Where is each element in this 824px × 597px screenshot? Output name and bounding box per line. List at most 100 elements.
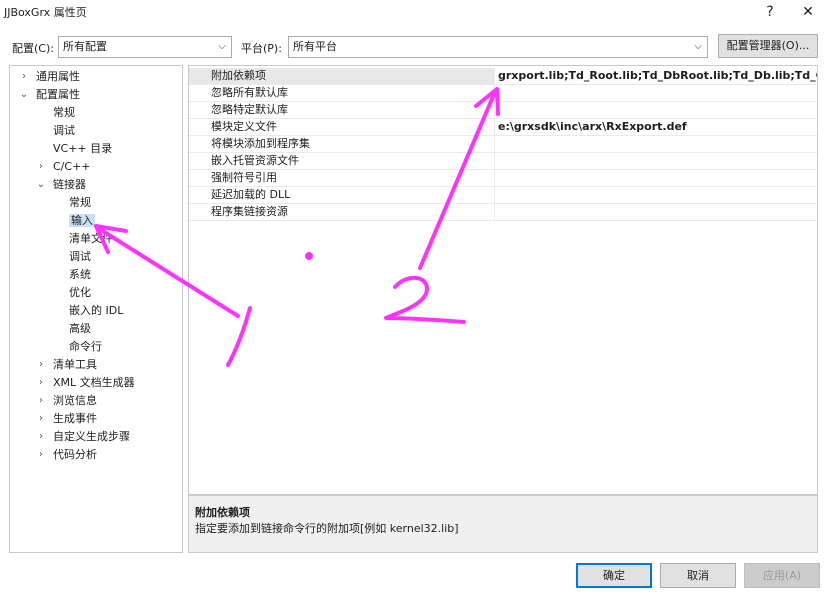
- tree-item-label: 命令行: [69, 340, 102, 353]
- property-row[interactable]: 强制符号引用: [189, 170, 817, 187]
- tree-item-linker-general[interactable]: 常规: [51, 194, 91, 211]
- tree-item-label: 配置属性: [36, 88, 80, 101]
- tree-item-label: 嵌入的 IDL: [69, 304, 124, 317]
- platform-select[interactable]: 所有平台 ⌵: [288, 36, 708, 58]
- tree-item-linker[interactable]: ⌄ 链接器: [35, 176, 86, 193]
- tree-item-debug[interactable]: 调试: [35, 122, 75, 139]
- tree-item-label: 常规: [69, 196, 91, 209]
- tree-item-label: 浏览信息: [53, 394, 97, 407]
- tree-item-cpp[interactable]: › C/C++: [35, 158, 91, 175]
- description-text: 指定要添加到链接命令行的附加项[例如 kernel32.lib]: [195, 522, 459, 535]
- property-name: 附加依赖项: [211, 69, 266, 82]
- tree-item-label: 调试: [53, 124, 75, 137]
- tree-expander-icon[interactable]: ⌄: [18, 86, 30, 103]
- config-select-value: 所有配置: [63, 40, 107, 53]
- tree-item-label: XML 文档生成器: [53, 376, 135, 389]
- close-icon[interactable]: ✕: [792, 0, 824, 24]
- property-row[interactable]: 附加依赖项 grxport.lib;Td_Root.lib;Td_DbRoot.…: [189, 68, 817, 85]
- property-value[interactable]: [494, 170, 817, 186]
- window-title: JJBoxGrx 属性页: [4, 6, 87, 19]
- tree-item-label: 自定义生成步骤: [53, 430, 130, 443]
- property-value[interactable]: [494, 153, 817, 169]
- property-name: 延迟加载的 DLL: [211, 188, 291, 201]
- platform-select-value: 所有平台: [293, 40, 337, 53]
- config-label: 配置(C):: [12, 42, 54, 55]
- property-row[interactable]: 延迟加载的 DLL: [189, 187, 817, 204]
- tree-item-label: 链接器: [53, 178, 86, 191]
- tree-expander-icon[interactable]: ›: [35, 374, 47, 391]
- tree-item-build-events[interactable]: › 生成事件: [35, 410, 97, 427]
- tree-item-manifest-file[interactable]: 清单文件: [51, 230, 113, 247]
- tree-item-label: 优化: [69, 286, 91, 299]
- tree-item-label: 高级: [69, 322, 91, 335]
- tree-item-label: 系统: [69, 268, 91, 281]
- tree-item-xml-doc[interactable]: › XML 文档生成器: [35, 374, 135, 391]
- platform-label: 平台(P):: [241, 42, 282, 55]
- tree-item-linker-input[interactable]: 输入: [51, 212, 95, 229]
- tree-item-label: 清单工具: [53, 358, 97, 371]
- ok-button[interactable]: 确定: [576, 563, 652, 588]
- property-name: 强制符号引用: [211, 171, 277, 184]
- apply-button[interactable]: 应用(A): [744, 563, 820, 588]
- tree-item-label: 代码分析: [53, 448, 97, 461]
- tree-item-label: 输入: [69, 214, 95, 227]
- tree-item-optimization[interactable]: 优化: [51, 284, 91, 301]
- title-bar: JJBoxGrx 属性页 ? ✕: [0, 0, 824, 28]
- description-panel: 附加依赖项 指定要添加到链接命令行的附加项[例如 kernel32.lib]: [188, 495, 818, 553]
- property-value[interactable]: [494, 102, 817, 118]
- property-row[interactable]: 忽略特定默认库: [189, 102, 817, 119]
- help-button[interactable]: ?: [755, 0, 785, 24]
- tree-item-custom-build[interactable]: › 自定义生成步骤: [35, 428, 130, 445]
- property-name: 忽略特定默认库: [211, 103, 288, 116]
- tree-item-linker-debug[interactable]: 调试: [51, 248, 91, 265]
- property-value[interactable]: [494, 204, 817, 220]
- tree-item-manifest-tool[interactable]: › 清单工具: [35, 356, 97, 373]
- tree-item-code-analysis[interactable]: › 代码分析: [35, 446, 97, 463]
- property-value[interactable]: [494, 85, 817, 101]
- tree-item-general-props[interactable]: › 通用属性: [18, 68, 80, 85]
- property-value[interactable]: [494, 187, 817, 203]
- property-name: 模块定义文件: [211, 120, 277, 133]
- tree-item-system[interactable]: 系统: [51, 266, 91, 283]
- property-row[interactable]: 程序集链接资源: [189, 204, 817, 221]
- tree-expander-icon[interactable]: ›: [35, 356, 47, 373]
- property-name: 程序集链接资源: [211, 205, 288, 218]
- tree-expander-icon[interactable]: ›: [35, 158, 47, 175]
- tree-item-label: C/C++: [53, 160, 91, 173]
- tree-item-advanced[interactable]: 高级: [51, 320, 91, 337]
- property-value[interactable]: [494, 136, 817, 152]
- property-row[interactable]: 忽略所有默认库: [189, 85, 817, 102]
- tree-expander-icon[interactable]: ›: [18, 68, 30, 85]
- tree-item-label: 清单文件: [69, 232, 113, 245]
- property-row[interactable]: 模块定义文件 e:\grxsdk\inc\arx\RxExport.def: [189, 119, 817, 136]
- property-name: 嵌入托管资源文件: [211, 154, 299, 167]
- tree-item-general[interactable]: 常规: [35, 104, 75, 121]
- description-title: 附加依赖项: [195, 506, 250, 519]
- chevron-down-icon: ⌵: [694, 41, 702, 52]
- cancel-button[interactable]: 取消: [660, 563, 736, 588]
- tree-expander-icon[interactable]: ›: [35, 410, 47, 427]
- property-name: 忽略所有默认库: [211, 86, 288, 99]
- tree-item-label: 生成事件: [53, 412, 97, 425]
- tree-expander-icon[interactable]: ⌄: [35, 176, 47, 193]
- category-tree[interactable]: › 通用属性 ⌄ 配置属性 常规 调试 VC++ 目录 › C/C++ ⌄ 链接…: [9, 65, 183, 553]
- tree-expander-icon[interactable]: ›: [35, 428, 47, 445]
- property-row[interactable]: 嵌入托管资源文件: [189, 153, 817, 170]
- tree-item-browse-info[interactable]: › 浏览信息: [35, 392, 97, 409]
- tree-item-label: VC++ 目录: [53, 142, 113, 155]
- tree-item-command-line[interactable]: 命令行: [51, 338, 102, 355]
- property-row[interactable]: 将模块添加到程序集: [189, 136, 817, 153]
- property-value[interactable]: e:\grxsdk\inc\arx\RxExport.def: [494, 119, 817, 135]
- tree-item-embedded-idl[interactable]: 嵌入的 IDL: [51, 302, 123, 319]
- config-select[interactable]: 所有配置 ⌵: [58, 36, 232, 58]
- tree-expander-icon[interactable]: ›: [35, 392, 47, 409]
- tree-item-config-props[interactable]: ⌄ 配置属性: [18, 86, 80, 103]
- tree-item-label: 常规: [53, 106, 75, 119]
- tree-expander-icon[interactable]: ›: [35, 446, 47, 463]
- property-value[interactable]: grxport.lib;Td_Root.lib;Td_DbRoot.lib;Td…: [494, 68, 817, 84]
- property-grid[interactable]: 附加依赖项 grxport.lib;Td_Root.lib;Td_DbRoot.…: [188, 65, 818, 495]
- chevron-down-icon: ⌵: [218, 41, 226, 52]
- tree-item-label: 调试: [69, 250, 91, 263]
- config-manager-button[interactable]: 配置管理器(O)...: [718, 34, 818, 58]
- tree-item-vc-dirs[interactable]: VC++ 目录: [35, 140, 112, 157]
